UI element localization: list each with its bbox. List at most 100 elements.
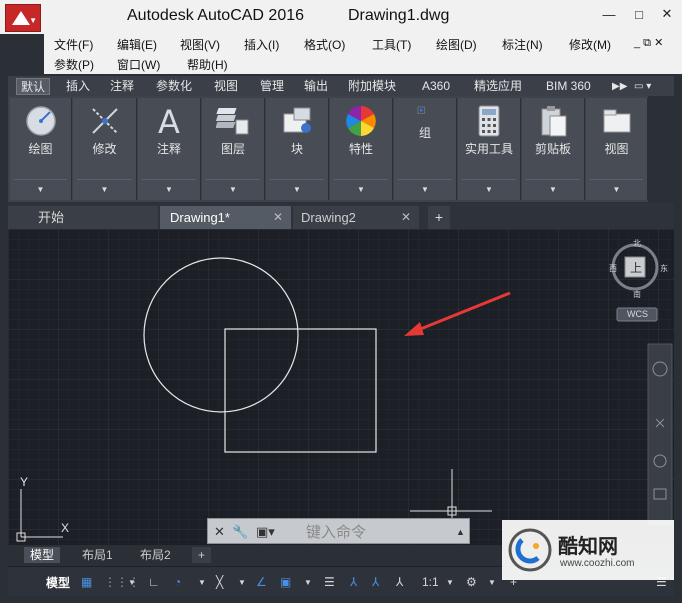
chevron-down-icon[interactable]: ▼ bbox=[586, 185, 647, 194]
autocad-logo-icon bbox=[12, 11, 30, 25]
tab-insert[interactable]: 插入 bbox=[62, 78, 94, 95]
properties-color-wheel-icon bbox=[346, 106, 376, 136]
chevron-down-icon[interactable]: ▼ bbox=[138, 185, 200, 194]
isodraft-icon[interactable]: ╳ bbox=[216, 572, 223, 592]
tab-a360[interactable]: A360 bbox=[418, 78, 454, 95]
chevron-down-icon[interactable]: ▼ bbox=[522, 185, 584, 194]
panel-layers[interactable]: 图层 ▼ bbox=[202, 98, 265, 200]
panel-clipboard[interactable]: 剪贴板 ▼ bbox=[522, 98, 585, 200]
tab-start[interactable]: 开始 bbox=[8, 206, 158, 229]
chevron-down-icon[interactable]: ▼ bbox=[446, 572, 454, 592]
menu-insert[interactable]: 插入(I) bbox=[244, 36, 279, 53]
model-space-button[interactable]: 模型 bbox=[46, 572, 70, 592]
document-window-controls[interactable]: _ ⧉ ✕ bbox=[634, 36, 663, 50]
tab-layout2[interactable]: 布局2 bbox=[134, 547, 177, 563]
wrench-icon[interactable]: 🔧 bbox=[232, 524, 248, 540]
panel-group[interactable]: 组 ▼ bbox=[394, 98, 457, 200]
menu-modify[interactable]: 修改(M) bbox=[569, 36, 611, 53]
polar-tracking-icon[interactable]: ◔ bbox=[174, 572, 181, 592]
menu-format[interactable]: 格式(O) bbox=[304, 36, 345, 53]
panel-draw[interactable]: 绘图 ▼ bbox=[10, 98, 72, 200]
chevron-down-icon[interactable]: ▼ bbox=[238, 572, 246, 592]
panel-view[interactable]: 视图 ▼ bbox=[586, 98, 648, 200]
panel-label: 实用工具 bbox=[464, 142, 513, 156]
tab-parametric[interactable]: 参数化 bbox=[152, 78, 196, 95]
chevron-down-icon[interactable]: ▼ bbox=[330, 185, 392, 194]
panel-properties[interactable]: 特性 ▼ bbox=[330, 98, 393, 200]
command-line[interactable]: ✕ 🔧 ▣▾ ▲ bbox=[207, 518, 470, 544]
annotation-visibility-icon[interactable]: ⅄ bbox=[350, 572, 357, 592]
tab-view[interactable]: 视图 bbox=[210, 78, 242, 95]
close-icon[interactable]: ✕ bbox=[401, 206, 411, 229]
viewcube-top-label[interactable]: 上 bbox=[630, 259, 642, 276]
more-tabs-icon[interactable]: ▶▶ bbox=[608, 78, 631, 95]
command-prompt-icon[interactable]: ▣▾ bbox=[256, 524, 275, 540]
chevron-down-icon[interactable]: ▼ bbox=[73, 185, 136, 194]
chevron-down-icon[interactable]: ▼ bbox=[128, 572, 136, 592]
clipboard-icon bbox=[541, 106, 567, 137]
tab-model[interactable]: 模型 bbox=[24, 547, 61, 563]
chevron-up-icon[interactable]: ▲ bbox=[456, 527, 465, 537]
tab-annotate[interactable]: 注释 bbox=[106, 78, 138, 95]
group-icon bbox=[417, 106, 425, 114]
tab-manage[interactable]: 管理 bbox=[256, 78, 288, 95]
ortho-icon[interactable]: ∟ bbox=[148, 572, 160, 592]
object-snap-tracking-icon[interactable]: ∠ bbox=[256, 572, 267, 592]
tab-drawing1[interactable]: Drawing1* ✕ bbox=[160, 206, 291, 229]
chevron-down-icon[interactable]: ▼ bbox=[458, 185, 520, 194]
menu-dimension[interactable]: 标注(N) bbox=[502, 36, 543, 53]
close-icon[interactable]: ✕ bbox=[214, 524, 225, 540]
chevron-down-icon[interactable]: ▼ bbox=[394, 185, 456, 194]
panel-block[interactable]: 块 ▼ bbox=[266, 98, 329, 200]
chevron-down-icon[interactable]: ▼ bbox=[488, 572, 496, 592]
drawing-canvas[interactable]: 北 南 东 西 上 WCS Y X bbox=[8, 229, 674, 545]
tab-home[interactable]: 默认 bbox=[16, 78, 51, 95]
menu-help[interactable]: 帮助(H) bbox=[187, 56, 228, 73]
tab-bim360[interactable]: BIM 360 bbox=[542, 78, 595, 95]
gear-icon[interactable]: ⚙ bbox=[466, 572, 477, 592]
tab-addins[interactable]: 附加模块 bbox=[344, 78, 400, 95]
menu-view[interactable]: 视图(V) bbox=[180, 36, 220, 53]
chevron-down-icon[interactable]: ▼ bbox=[266, 185, 328, 194]
tab-drawing2[interactable]: Drawing2 ✕ bbox=[293, 206, 419, 229]
chevron-down-icon[interactable]: ▼ bbox=[10, 185, 71, 194]
close-button[interactable]: ✕ bbox=[653, 2, 681, 26]
command-input[interactable] bbox=[306, 522, 451, 541]
menu-draw[interactable]: 绘图(D) bbox=[436, 36, 477, 53]
tab-layout1[interactable]: 布局1 bbox=[76, 547, 119, 563]
menu-tools[interactable]: 工具(T) bbox=[372, 36, 411, 53]
menu-window[interactable]: 窗口(W) bbox=[117, 56, 160, 73]
menu-edit[interactable]: 编辑(E) bbox=[117, 36, 157, 53]
maximize-button[interactable]: □ bbox=[625, 2, 653, 26]
application-menu-button[interactable]: ▼ bbox=[5, 4, 41, 32]
auto-scale-icon[interactable]: ⅄ bbox=[372, 572, 379, 592]
draw-circle-icon bbox=[25, 106, 56, 136]
new-tab-button[interactable]: + bbox=[428, 206, 450, 229]
navigation-bar[interactable] bbox=[647, 343, 673, 525]
panel-label: 注释 bbox=[156, 142, 181, 156]
minimize-button[interactable]: — bbox=[595, 2, 623, 26]
tab-output[interactable]: 输出 bbox=[300, 78, 332, 95]
calculator-icon bbox=[478, 105, 500, 137]
menu-parametric[interactable]: 参数(P) bbox=[54, 56, 94, 73]
annotation-scale-icon[interactable]: ⅄ bbox=[396, 572, 403, 592]
panel-label: 特性 bbox=[348, 142, 373, 156]
close-icon[interactable]: ✕ bbox=[273, 206, 283, 229]
menu-file[interactable]: 文件(F) bbox=[54, 36, 93, 53]
lineweight-icon[interactable]: ☰ bbox=[324, 572, 335, 592]
chevron-down-icon[interactable]: ▼ bbox=[202, 185, 264, 194]
annotation-scale-value[interactable]: 1:1 bbox=[422, 572, 439, 592]
panel-utilities[interactable]: 实用工具 ▼ bbox=[458, 98, 521, 200]
panel-annotation[interactable]: A 注释 ▼ bbox=[138, 98, 201, 200]
file-tab-bar: 开始 Drawing1* ✕ Drawing2 ✕ + bbox=[8, 203, 674, 229]
chevron-down-icon[interactable]: ▼ bbox=[304, 572, 312, 592]
grid-icon[interactable]: ▦ bbox=[81, 572, 92, 592]
ribbon-options-icon[interactable]: ▭ ▾ bbox=[630, 78, 655, 95]
wcs-label[interactable]: WCS bbox=[627, 309, 648, 319]
new-layout-button[interactable]: + bbox=[192, 547, 212, 563]
tab-featured-apps[interactable]: 精选应用 bbox=[470, 78, 526, 95]
panel-modify[interactable]: 修改 ▼ bbox=[73, 98, 137, 200]
chevron-down-icon[interactable]: ▼ bbox=[198, 572, 206, 592]
panel-label: 剪贴板 bbox=[534, 142, 571, 156]
object-snap-icon[interactable]: ▣ bbox=[280, 572, 291, 592]
